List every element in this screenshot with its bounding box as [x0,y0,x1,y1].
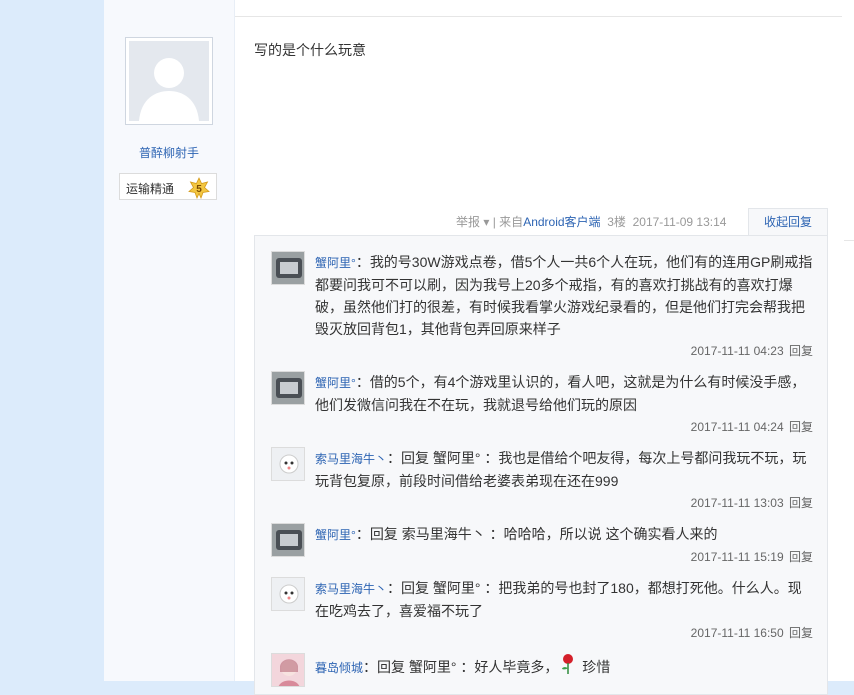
reply-footer: 2017-11-11 16:50 回复 [691,624,813,641]
post-time: 2017-11-09 13:14 [632,215,727,229]
reply-footer: 2017-11-11 04:23 回复 [691,342,813,359]
reply-text: 蟹阿里°：我的号30W游戏点卷，借5个人一共6个人在玩，他们有的连用GP刷戒指都… [315,254,813,337]
reply-time: 2017-11-11 16:50 [690,626,784,640]
reply-time: 2017-11-11 15:19 [690,550,784,564]
reply-text: 索马里海牛丶：回复 蟹阿里° ：我也是借给个吧友得，每次上号都问我玩不玩，玩玩背… [315,450,807,489]
reply-button[interactable]: 回复 [789,496,813,510]
rose-icon [558,653,578,674]
floor-number: 3楼 [607,215,626,229]
badge-label: 运输精通 [126,182,175,196]
reply-footer: 2017-11-11 13:03 回复 [691,494,813,511]
client-link[interactable]: Android客户端 [523,213,600,230]
reply-text: 蟹阿里°：借的5个，有4个游戏里认识的，看人吧，这就是为什么有时候没手感，他们发… [315,374,806,413]
report-link[interactable]: 举报 ▾ [456,213,489,230]
post-meta: 举报 ▾ | 来自Android客户端 3楼 2017-11-09 13:14 [456,213,726,230]
author-sidebar: 普醉柳射手 运输精通 5 [104,0,235,681]
reply-text: 蟹阿里°：回复 索马里海牛丶 ：哈哈哈，所以说 这个确实看人来的 [315,526,718,542]
reply-time: 2017-11-11 04:23 [690,344,784,358]
reply-button[interactable]: 回复 [789,626,813,640]
reply-footer: 2017-11-11 04:24 回复 [691,418,813,435]
avatar[interactable] [271,523,305,557]
reply-user[interactable]: 索马里海牛丶 [315,452,387,466]
reply-button[interactable]: 回复 [789,344,813,358]
author-avatar[interactable] [125,37,213,125]
reply-user[interactable]: 蟹阿里° [315,256,356,270]
post-body: 写的是个什么玩意 [254,42,366,58]
reply-text: 暮岛倾城：回复 蟹阿里° ：好人毕竟多， 珍惜 [315,653,815,679]
reply-list: 蟹阿里°：我的号30W游戏点卷，借5个人一共6个人在玩，他们有的连用GP刷戒指都… [254,235,828,695]
reply-user[interactable]: 暮岛倾城 [315,661,363,675]
avatar[interactable] [271,447,305,481]
level-number: 5 [196,184,202,195]
post-container: 普醉柳射手 运输精通 5 写的是个什么玩意 举报 ▾ | 来自Android客户… [104,0,842,695]
avatar[interactable] [271,577,305,611]
reply-button[interactable]: 回复 [789,550,813,564]
avatar[interactable] [271,251,305,285]
reply-user[interactable]: 索马里海牛丶 [315,582,387,596]
avatar[interactable] [271,371,305,405]
reply-text: 索马里海牛丶：回复 蟹阿里° ：把我弟的号也封了180，都想打死他。什么人。现在… [315,580,802,619]
reply-footer: 2017-11-11 15:19 回复 [691,548,813,565]
reply-user[interactable]: 蟹阿里° [315,528,356,542]
reply-time: 2017-11-11 04:24 [690,420,784,434]
author-name[interactable]: 普醉柳射手 [104,144,234,161]
default-avatar-icon [129,41,209,121]
reply-time: 2017-11-11 13:03 [690,496,784,510]
reply-user[interactable]: 蟹阿里° [315,376,356,390]
source-label: | 来自 [492,215,524,229]
reply-button[interactable]: 回复 [789,420,813,434]
avatar[interactable] [271,653,305,687]
collapse-replies-button[interactable]: 收起回复 [748,208,828,236]
level-badge[interactable]: 运输精通 5 [119,173,217,200]
level-star-icon: 5 [188,177,210,200]
chevron-down-icon: ▾ [483,215,490,229]
page-edge [842,0,854,681]
